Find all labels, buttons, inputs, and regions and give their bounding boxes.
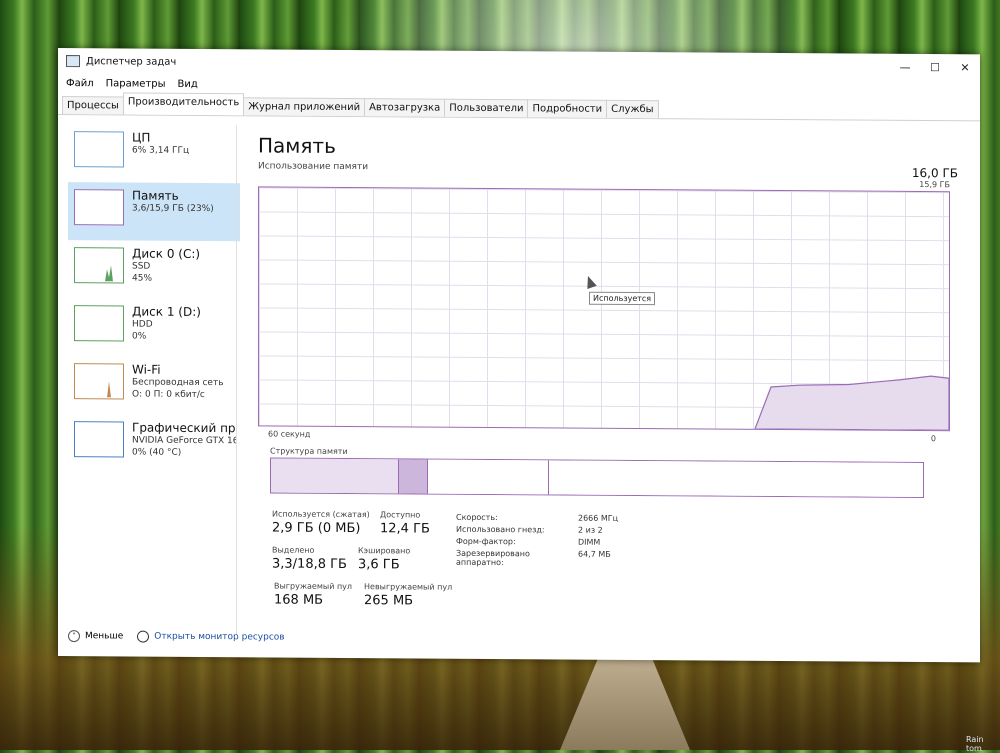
sidebar-item-label: Графический про — [132, 420, 236, 436]
network-graph-icon — [74, 363, 124, 400]
wallpaper-brand: Rain tom — [966, 735, 984, 753]
committed-label: Выделено — [272, 545, 315, 555]
total-memory: 16,0 ГБ — [911, 165, 958, 181]
tab-processes[interactable]: Процессы — [62, 96, 124, 115]
open-resource-monitor-link[interactable]: Открыть монитор ресурсов — [154, 632, 284, 643]
sidebar-item-detail: Беспроводная сеть — [132, 377, 224, 389]
footer: ˄ Меньше Открыть монитор ресурсов — [68, 630, 285, 644]
menu-view[interactable]: Вид — [178, 78, 198, 89]
window-title: Диспетчер задач — [86, 55, 177, 68]
tab-services[interactable]: Службы — [606, 99, 659, 119]
segment-modified[interactable] — [399, 459, 428, 494]
sidebar-item-label: Диск 1 (D:) — [132, 304, 201, 319]
committed-value: 3,3/18,8 ГБ — [272, 556, 347, 573]
detail-value: 2666 МГц — [578, 513, 619, 523]
fewer-details-button[interactable]: Меньше — [85, 631, 123, 641]
axis-right-label: 0 — [930, 434, 936, 444]
in-use-label: Используется (сжатая) — [272, 509, 370, 520]
sidebar-item-detail: 3,6/15,9 ГБ (23%) — [132, 203, 214, 215]
cached-value: 3,6 ГБ — [358, 557, 400, 573]
detail-value: DIMM — [578, 537, 601, 547]
detail-key: Форм-фактор: — [456, 536, 516, 547]
tab-details[interactable]: Подробности — [527, 99, 608, 118]
sidebar-item-detail: О: 0 П: 0 кбит/с — [132, 389, 205, 401]
detail-value: 64,7 МБ — [578, 549, 611, 559]
memory-composition-bar[interactable] — [270, 457, 924, 499]
sidebar-item-disk-d[interactable]: Диск 1 (D:) HDD 0% — [68, 298, 240, 357]
menu-options[interactable]: Параметры — [106, 78, 166, 89]
memory-graph-icon — [74, 189, 124, 226]
paged-pool-label: Выгружаемый пул — [274, 581, 353, 592]
detail-key: Зарезервировано аппаратно: — [456, 548, 530, 568]
sidebar-item-detail: SSD — [132, 261, 151, 272]
available-label: Доступно — [380, 510, 421, 520]
detail-key: Использовано гнезд: — [456, 524, 545, 535]
in-use-value: 2,9 ГБ (0 МБ) — [272, 520, 361, 537]
sidebar-item-detail: NVIDIA GeForce GTX 166 — [132, 435, 236, 447]
menu-file[interactable]: Файл — [66, 78, 94, 89]
minimize-button[interactable]: — — [890, 60, 920, 73]
sidebar-item-memory[interactable]: Память 3,6/15,9 ГБ (23%) — [68, 182, 240, 242]
paged-pool-value: 168 МБ — [274, 592, 324, 608]
detail-value: 2 из 2 — [578, 525, 603, 535]
sidebar-item-detail: 45% — [132, 273, 153, 284]
performance-sidebar: ЦП 6% 3,14 ГГц Память 3,6/15,9 ГБ (23%) … — [68, 124, 240, 635]
chevron-up-icon[interactable]: ˄ — [68, 630, 80, 643]
available-value: 12,4 ГБ — [380, 521, 430, 537]
memory-usage-graph[interactable]: Используется — [258, 186, 950, 432]
tab-startup[interactable]: Автозагрузка — [364, 98, 446, 117]
sidebar-item-disk-c[interactable]: Диск 0 (C:) SSD 45% — [68, 240, 240, 299]
memory-panel: Память Использование памяти 16,0 ГБ 15,9… — [258, 133, 958, 624]
sidebar-divider — [236, 125, 237, 636]
usage-graph-label: Использование памяти — [258, 161, 369, 173]
disk-graph-icon — [74, 305, 124, 342]
resource-monitor-icon[interactable] — [137, 630, 150, 643]
sidebar-item-detail: 6% 3,14 ГГц — [132, 145, 190, 156]
sidebar-item-label: Память — [132, 188, 179, 203]
sidebar-item-detail: HDD — [132, 319, 153, 330]
sidebar-item-label: Диск 0 (C:) — [132, 246, 201, 261]
segment-free[interactable] — [549, 460, 923, 498]
page-title: Память — [258, 133, 336, 158]
detail-key: Скорость: — [456, 512, 498, 523]
sidebar-item-label: ЦП — [132, 130, 151, 145]
segment-standby[interactable] — [428, 459, 549, 495]
memory-stats: Используется (сжатая) 2,9 ГБ (0 МБ) Дост… — [258, 509, 958, 624]
task-manager-icon — [66, 55, 80, 68]
graph-tooltip: Используется — [589, 291, 656, 306]
close-button[interactable]: ✕ — [950, 61, 980, 74]
tab-app-history[interactable]: Журнал приложений — [243, 97, 366, 117]
sidebar-item-detail: 0% — [132, 331, 147, 342]
sidebar-item-gpu[interactable]: Графический про NVIDIA GeForce GTX 166 0… — [68, 414, 240, 473]
cached-label: Кэшировано — [358, 546, 411, 556]
sidebar-item-detail: 0% (40 °C) — [132, 447, 182, 458]
segment-in-use[interactable] — [271, 458, 399, 494]
sidebar-item-wifi[interactable]: Wi-Fi Беспроводная сеть О: 0 П: 0 кбит/с — [68, 356, 240, 415]
nonpaged-pool-label: Невыгружаемый пул — [364, 582, 453, 592]
cpu-graph-icon — [74, 131, 124, 168]
disk-graph-icon — [74, 247, 124, 284]
memory-details: Скорость: 2666 МГц Использовано гнезд: 2 и… — [456, 512, 619, 568]
sidebar-item-label: Wi-Fi — [132, 362, 161, 377]
axis-left-label: 60 секунд — [268, 429, 311, 439]
tab-performance[interactable]: Производительность — [122, 92, 245, 116]
nonpaged-pool-value: 265 МБ — [364, 593, 414, 609]
gpu-graph-icon — [74, 421, 124, 458]
sidebar-item-cpu[interactable]: ЦП 6% 3,14 ГГц — [68, 124, 240, 183]
maximize-button[interactable]: ☐ — [920, 61, 950, 74]
tab-users[interactable]: Пользователи — [444, 98, 529, 118]
task-manager-window: Диспетчер задач — ☐ ✕ Файл Параметры Вид… — [58, 48, 980, 663]
